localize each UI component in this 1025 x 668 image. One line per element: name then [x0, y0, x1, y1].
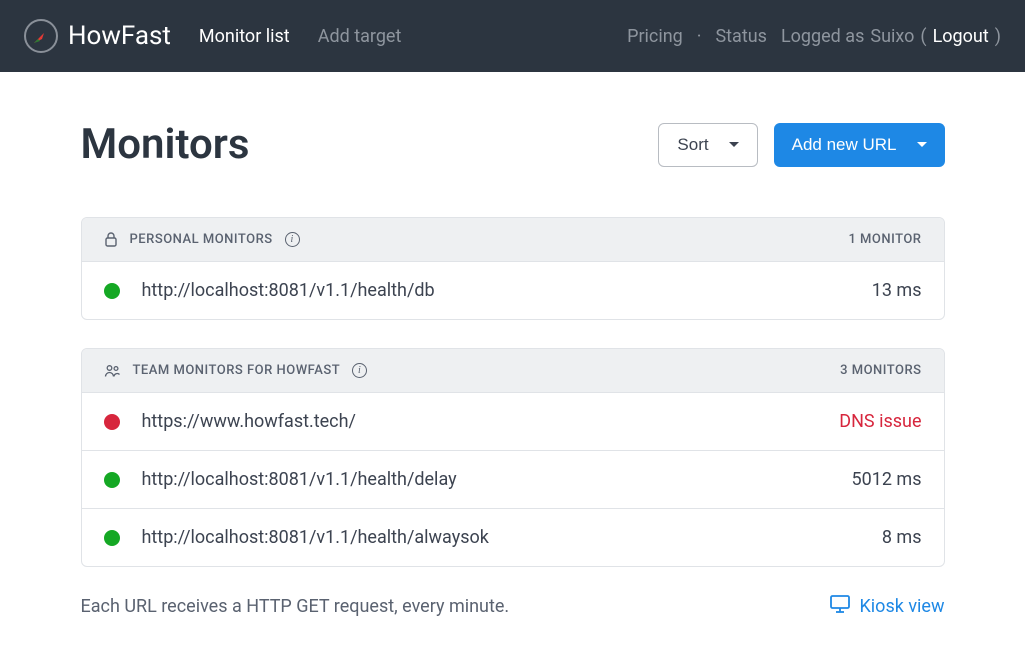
- monitor-error: DNS issue: [839, 411, 921, 432]
- monitor-section: PERSONAL MONITORS i 1 MONITOR http://localh…: [81, 217, 945, 320]
- section-count: 3 MONITORS: [840, 363, 921, 378]
- monitor-row[interactable]: http://localhost:8081/v1.1/health/always…: [82, 508, 944, 566]
- monitor-url: http://localhost:8081/v1.1/health/db: [142, 280, 435, 301]
- status-dot: [104, 283, 120, 299]
- monitor-url: https://www.howfast.tech/: [142, 411, 356, 432]
- logout-link[interactable]: Logout: [933, 26, 989, 47]
- section-title: TEAM MONITORS FOR HOWFAST: [133, 363, 341, 378]
- monitor-row[interactable]: http://localhost:8081/v1.1/health/delay 5…: [82, 450, 944, 508]
- nav-separator: ·: [697, 26, 702, 47]
- nav-monitor-list[interactable]: Monitor list: [199, 26, 290, 47]
- kiosk-view-label: Kiosk view: [860, 596, 945, 617]
- monitor-url: http://localhost:8081/v1.1/health/delay: [142, 469, 457, 490]
- monitor-row[interactable]: http://localhost:8081/v1.1/health/db 13 m…: [82, 261, 944, 319]
- nav-status[interactable]: Status: [715, 26, 766, 47]
- rocket-icon: [24, 19, 58, 53]
- footer: Each URL receives a HTTP GET request, ev…: [81, 595, 945, 618]
- page-header: Monitors Sort Add new URL: [81, 120, 945, 169]
- status-dot: [104, 414, 120, 430]
- monitor-latency: 13 ms: [872, 280, 922, 301]
- chevron-down-icon: [729, 142, 739, 147]
- header-buttons: Sort Add new URL: [658, 123, 944, 167]
- brand-name: HowFast: [68, 21, 171, 51]
- brand[interactable]: HowFast: [24, 19, 171, 53]
- status-dot: [104, 530, 120, 546]
- monitor-url: http://localhost:8081/v1.1/health/always…: [142, 527, 489, 548]
- monitor-row[interactable]: https://www.howfast.tech/DNS issue: [82, 392, 944, 450]
- main-container: Monitors Sort Add new URL PERSONAL MONIT…: [81, 72, 945, 658]
- monitor-section: TEAM MONITORS FOR HOWFAST i 3 MONITORS http…: [81, 348, 945, 567]
- kiosk-view-link[interactable]: Kiosk view: [830, 595, 945, 618]
- page-title: Monitors: [81, 120, 250, 169]
- footer-note: Each URL receives a HTTP GET request, ev…: [81, 596, 510, 617]
- section-title: PERSONAL MONITORS: [130, 232, 273, 247]
- section-header: TEAM MONITORS FOR HOWFAST i 3 MONITORS: [82, 349, 944, 392]
- sort-button[interactable]: Sort: [658, 123, 757, 167]
- logged-as-text: Logged as Suixo ( Logout ): [781, 26, 1001, 47]
- nav-pricing[interactable]: Pricing: [627, 26, 683, 47]
- people-icon: [104, 364, 121, 378]
- monitor-icon: [830, 595, 850, 618]
- add-url-button-label: Add new URL: [792, 135, 897, 155]
- sort-button-label: Sort: [677, 135, 708, 155]
- chevron-down-icon: [917, 142, 927, 147]
- monitor-latency: 5012 ms: [851, 469, 921, 490]
- navbar: HowFast Monitor list Add target Pricing …: [0, 0, 1025, 72]
- info-icon[interactable]: i: [352, 363, 367, 378]
- nav-right: Pricing · Status Logged as Suixo ( Logou…: [627, 26, 1001, 47]
- nav-left: HowFast Monitor list Add target: [24, 19, 401, 53]
- lock-icon: [104, 232, 118, 247]
- nav-add-target[interactable]: Add target: [318, 26, 402, 47]
- monitor-latency: 8 ms: [882, 527, 922, 548]
- add-url-button[interactable]: Add new URL: [774, 123, 945, 167]
- section-count: 1 MONITOR: [848, 232, 921, 247]
- section-header: PERSONAL MONITORS i 1 MONITOR: [82, 218, 944, 261]
- status-dot: [104, 472, 120, 488]
- info-icon[interactable]: i: [285, 232, 300, 247]
